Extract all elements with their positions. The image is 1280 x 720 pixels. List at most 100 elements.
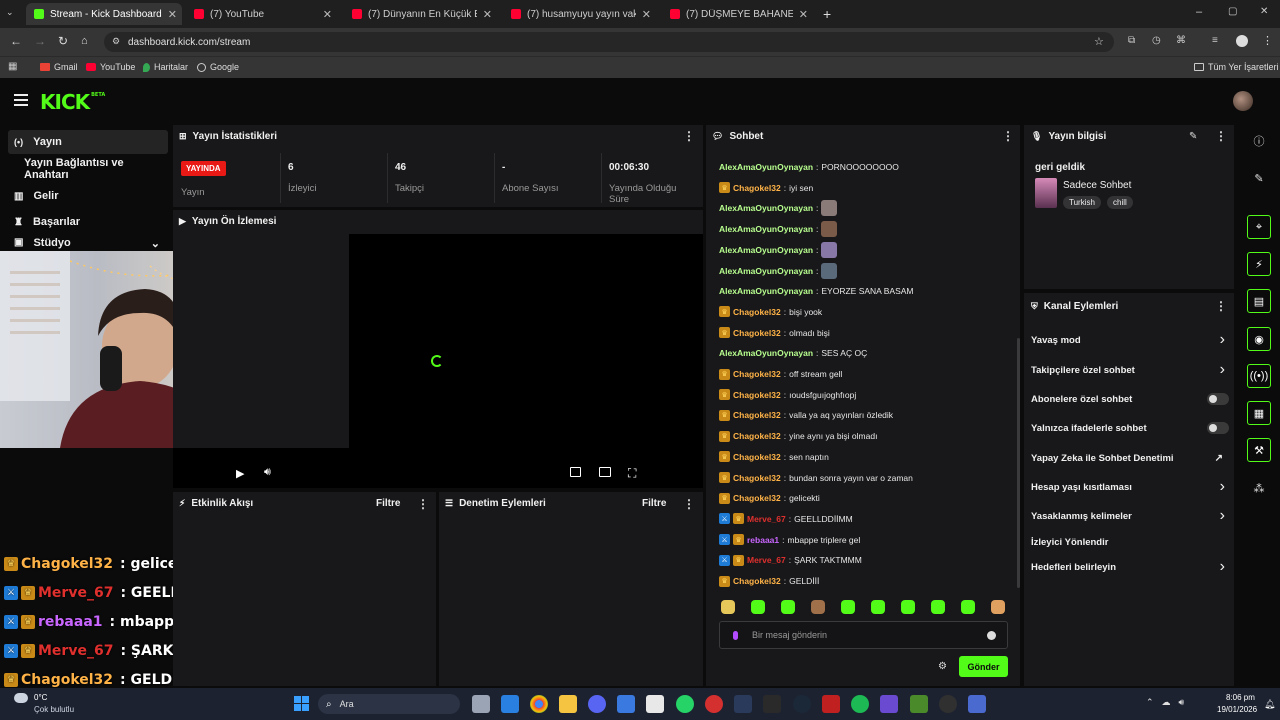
start-button[interactable] bbox=[294, 696, 309, 711]
lightning-tool-icon[interactable]: ⚡︎ bbox=[1247, 252, 1271, 276]
clock-date[interactable]: 19/01/2026 bbox=[1217, 705, 1257, 714]
steam-icon[interactable] bbox=[793, 695, 811, 713]
tab-youtube-3[interactable]: (7) husamyuyu yayın vakti 14 - ✕ bbox=[503, 3, 659, 25]
volume-icon[interactable]: 🔊︎ bbox=[264, 466, 271, 479]
spotify-icon[interactable] bbox=[851, 695, 869, 713]
url-field[interactable]: dashboard.kick.com/stream bbox=[104, 32, 1114, 52]
channel-action-item[interactable]: Yalnızca ifadelerle sohbet bbox=[1031, 421, 1229, 435]
close-tab-icon[interactable]: ✕ bbox=[168, 8, 177, 21]
reload-icon[interactable]: ↻ bbox=[58, 34, 68, 48]
tray-icons[interactable]: ⌃☁︎🔊︎ bbox=[1146, 697, 1192, 708]
close-tab-icon[interactable]: ✕ bbox=[323, 8, 332, 21]
bookmark-google[interactable]: Google bbox=[197, 62, 239, 72]
taskbar-search[interactable]: ⌕ Ara bbox=[318, 694, 460, 714]
send-button[interactable]: Gönder bbox=[959, 656, 1008, 677]
activity-menu-icon[interactable]: ⋮ bbox=[417, 497, 429, 511]
stream-info-menu-icon[interactable]: ⋮ bbox=[1215, 129, 1227, 143]
emote-button[interactable] bbox=[811, 600, 825, 614]
bookmark-maps[interactable]: Haritalar bbox=[143, 62, 188, 72]
chat-username[interactable]: AlexAmaOyunOynayan bbox=[719, 286, 813, 296]
chat-username[interactable]: Chagokel32 bbox=[733, 452, 781, 462]
community-icon[interactable]: ⁂ bbox=[1247, 476, 1271, 500]
w-app-icon[interactable] bbox=[646, 695, 664, 713]
tab-youtube[interactable]: (7) YouTube ✕ bbox=[186, 3, 340, 25]
channel-action-item[interactable]: Yasaklanmış kelimeler › bbox=[1031, 507, 1229, 524]
minecraft-icon[interactable] bbox=[910, 695, 928, 713]
history-icon[interactable]: ◷ bbox=[1152, 35, 1161, 46]
emote-button[interactable] bbox=[901, 600, 915, 614]
maximize-window-icon[interactable]: ▢ bbox=[1228, 6, 1237, 17]
sidebar-item-revenue[interactable]: ▥ Gelir bbox=[8, 184, 168, 208]
bookmark-star-icon[interactable]: ☆ bbox=[1094, 35, 1104, 48]
chat-username[interactable]: Merve_67 bbox=[747, 514, 786, 524]
close-tab-icon[interactable]: ✕ bbox=[642, 8, 651, 21]
tab-youtube-4[interactable]: (7) DÜŞMEYE BAHANE ARAMA ✕ bbox=[662, 3, 816, 25]
chat-menu-icon[interactable]: ⋮ bbox=[1002, 129, 1014, 143]
channel-action-item[interactable]: İzleyici Yönlendir bbox=[1031, 535, 1229, 549]
server-tool-icon[interactable]: ▦ bbox=[1247, 401, 1271, 425]
pip-icon[interactable] bbox=[570, 467, 581, 477]
discord-icon[interactable] bbox=[588, 695, 606, 713]
chat-username[interactable]: Chagokel32 bbox=[733, 328, 781, 338]
minimize-window-icon[interactable]: – bbox=[1196, 6, 1202, 18]
tag-chip[interactable]: chill bbox=[1107, 196, 1133, 209]
moderation-menu-icon[interactable]: ⋮ bbox=[683, 497, 695, 511]
emote-button[interactable] bbox=[781, 600, 795, 614]
tab-search-button[interactable]: ⌄ bbox=[6, 7, 20, 21]
epic-games-icon[interactable] bbox=[763, 695, 781, 713]
chat-settings-icon[interactable]: ⚙ bbox=[938, 661, 947, 672]
chat-username[interactable]: Chagokel32 bbox=[733, 493, 781, 503]
opera-icon[interactable] bbox=[705, 695, 723, 713]
channel-action-item[interactable]: Hesap yaşı kısıtlaması › bbox=[1031, 478, 1229, 495]
kick-logo[interactable]: KICK BETA bbox=[40, 90, 105, 114]
forward-icon[interactable]: → bbox=[34, 34, 46, 48]
info-icon[interactable]: ⓘ bbox=[1247, 129, 1271, 153]
emote-button[interactable] bbox=[751, 600, 765, 614]
clock-time[interactable]: 8:06 pm bbox=[1226, 693, 1255, 702]
tab-youtube-2[interactable]: (7) Dünyanın En Küçük Evleri: 1 ✕ bbox=[344, 3, 500, 25]
channel-action-item[interactable]: Takipçilere özel sohbet › bbox=[1031, 361, 1229, 378]
whatsapp-icon[interactable] bbox=[676, 695, 694, 713]
channel-action-item[interactable]: Abonelere özel sohbet bbox=[1031, 392, 1229, 406]
avatar[interactable] bbox=[1233, 91, 1253, 111]
chat-username[interactable]: Chagokel32 bbox=[733, 410, 781, 420]
chat-username[interactable]: Chagokel32 bbox=[733, 369, 781, 379]
vpn-icon[interactable] bbox=[734, 695, 752, 713]
tab-kick-dashboard[interactable]: Stream - Kick Dashboard ✕ bbox=[26, 3, 182, 25]
document-tool-icon[interactable]: ▤ bbox=[1247, 289, 1271, 313]
fullscreen-icon[interactable]: ⛶ bbox=[628, 466, 636, 481]
home-icon[interactable]: ⌂ bbox=[81, 35, 88, 47]
chat-username[interactable]: AlexAmaOyunOynayan bbox=[719, 266, 813, 276]
sidebar-item-stream[interactable]: (•) Yayın bbox=[8, 130, 168, 154]
broadcast-tool-icon[interactable]: ((•)) bbox=[1247, 364, 1271, 388]
media-icon[interactable]: ≡ bbox=[1212, 35, 1218, 46]
emote-button[interactable] bbox=[871, 600, 885, 614]
tag-chip[interactable]: Turkish bbox=[1063, 196, 1101, 209]
close-tab-icon[interactable]: ✕ bbox=[483, 8, 492, 21]
weather-icon[interactable] bbox=[14, 693, 28, 703]
clip-tool-icon[interactable]: ⌖ bbox=[1247, 215, 1271, 239]
sidebar-item-studio[interactable]: ▣ Stüdyo ⌄ bbox=[8, 237, 168, 251]
toggle-switch[interactable] bbox=[1207, 393, 1229, 405]
new-tab-button[interactable]: + bbox=[823, 6, 831, 22]
emoji-picker-icon[interactable] bbox=[987, 630, 996, 640]
chat-username[interactable]: Chagokel32 bbox=[733, 307, 781, 317]
video-preview[interactable] bbox=[349, 234, 703, 488]
pencil-icon[interactable]: ✎ bbox=[1247, 166, 1271, 190]
notifications-icon[interactable]: 🔔︎ bbox=[1264, 699, 1275, 710]
chat-username[interactable]: Chagokel32 bbox=[733, 473, 781, 483]
emote-button[interactable] bbox=[931, 600, 945, 614]
network-app-icon[interactable] bbox=[968, 695, 986, 713]
all-bookmarks[interactable]: Tüm Yer İşaretleri bbox=[1194, 62, 1279, 72]
chat-username[interactable]: AlexAmaOyunOynayan bbox=[719, 162, 813, 172]
sidebar-item-stream-key[interactable]: Yayın Bağlantısı ve Anahtarı bbox=[8, 157, 168, 181]
store-icon[interactable] bbox=[617, 695, 635, 713]
recorder-icon[interactable] bbox=[822, 695, 840, 713]
chat-username[interactable]: Chagokel32 bbox=[733, 576, 781, 586]
file-explorer-icon[interactable] bbox=[559, 695, 577, 713]
bookmark-gmail[interactable]: Gmail bbox=[40, 62, 78, 72]
channel-action-item[interactable]: Yavaş mod › bbox=[1031, 331, 1229, 348]
obs-icon[interactable] bbox=[939, 695, 957, 713]
stats-menu-icon[interactable]: ⋮ bbox=[683, 129, 695, 143]
translate-icon[interactable]: ⌘ bbox=[1176, 35, 1186, 46]
